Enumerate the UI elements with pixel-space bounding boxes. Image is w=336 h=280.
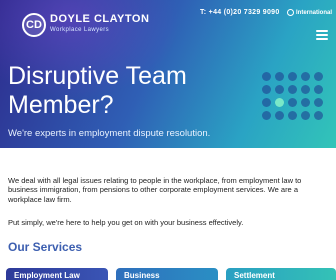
international-label: International xyxy=(296,9,333,16)
intro-paragraph-2: Put simply, we're here to help you get o… xyxy=(8,218,244,227)
decorative-dot xyxy=(314,98,323,107)
globe-icon xyxy=(287,9,294,16)
decorative-dot xyxy=(288,111,297,120)
decorative-dot xyxy=(275,72,284,81)
decorative-dot xyxy=(301,111,310,120)
hero-title: Disruptive Team Member? xyxy=(8,62,187,119)
decorative-dot xyxy=(314,72,323,81)
logo-icon[interactable]: CD xyxy=(22,13,46,37)
service-card-settlement[interactable]: Settlement xyxy=(226,268,336,280)
logo-name[interactable]: DOYLE CLAYTON xyxy=(50,13,149,25)
decorative-dot xyxy=(262,111,271,120)
decorative-dot xyxy=(301,85,310,94)
decorative-dot xyxy=(262,98,271,107)
decorative-dot xyxy=(301,98,310,107)
services-heading: Our Services xyxy=(8,240,83,254)
decorative-dot xyxy=(262,85,271,94)
logo-tagline: Workplace Lawyers xyxy=(50,27,110,33)
decorative-dot xyxy=(262,72,271,81)
hero-subtitle: We're experts in employment dispute reso… xyxy=(8,128,211,139)
decorative-dot xyxy=(314,85,323,94)
menu-icon[interactable] xyxy=(316,30,328,40)
service-card-employment-law[interactable]: Employment Law xyxy=(6,268,108,280)
decorative-dot xyxy=(275,85,284,94)
decorative-dot xyxy=(314,111,323,120)
service-card-business[interactable]: Business xyxy=(116,268,218,280)
services-cards: Employment Law Business Settlement xyxy=(6,268,336,280)
decorative-dot xyxy=(275,98,284,107)
phone-link[interactable]: T: +44 (0)20 7329 9090 xyxy=(200,9,280,16)
decorative-dot xyxy=(275,111,284,120)
decorative-dot xyxy=(288,85,297,94)
decorative-dot xyxy=(301,72,310,81)
decorative-dot-grid xyxy=(262,72,324,124)
international-link[interactable]: International xyxy=(287,9,332,16)
decorative-dot xyxy=(288,98,297,107)
decorative-dot xyxy=(288,72,297,81)
hero-banner: CD DOYLE CLAYTON Workplace Lawyers T: +4… xyxy=(0,0,336,148)
intro-paragraph: We deal with all legal issues relating t… xyxy=(8,176,302,204)
